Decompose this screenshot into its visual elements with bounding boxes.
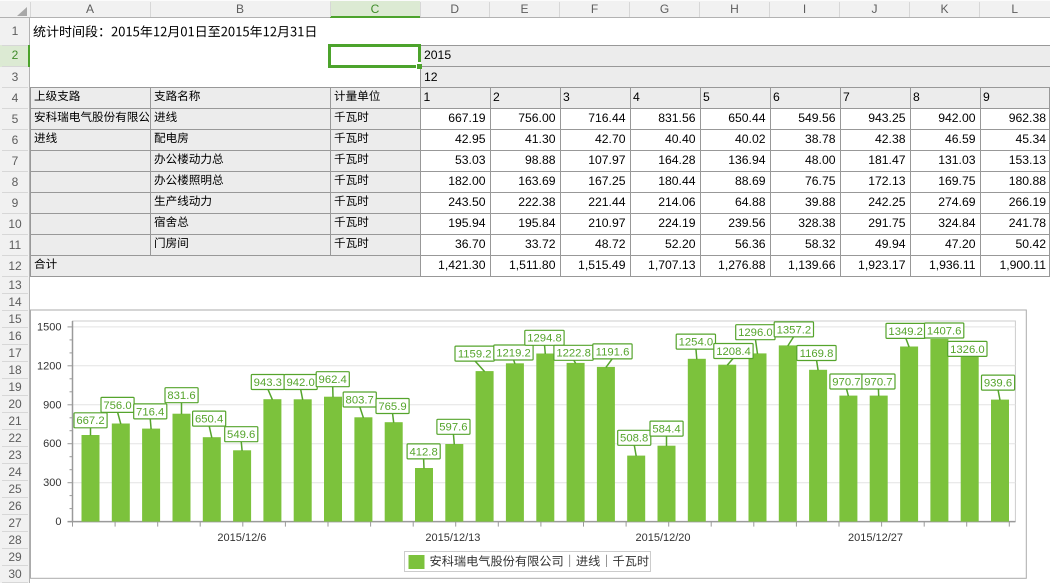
svg-text:831.6: 831.6 <box>167 390 195 402</box>
svg-text:716.4: 716.4 <box>136 406 164 418</box>
svg-text:584.4: 584.4 <box>652 424 680 436</box>
svg-text:1500: 1500 <box>37 321 61 333</box>
svg-text:756.0: 756.0 <box>103 400 131 412</box>
svg-text:667.2: 667.2 <box>76 415 104 427</box>
svg-text:600: 600 <box>43 438 61 450</box>
svg-text:2015/12/27: 2015/12/27 <box>848 532 903 544</box>
svg-text:650.4: 650.4 <box>195 414 223 426</box>
svg-text:0: 0 <box>55 516 61 528</box>
svg-text:900: 900 <box>43 399 61 411</box>
svg-text:1296.0: 1296.0 <box>738 327 773 339</box>
svg-text:1254.0: 1254.0 <box>679 337 714 349</box>
svg-text:1294.8: 1294.8 <box>527 333 562 345</box>
svg-text:2015/12/6: 2015/12/6 <box>217 532 266 544</box>
svg-text:803.7: 803.7 <box>346 394 374 406</box>
svg-text:1169.8: 1169.8 <box>800 348 834 360</box>
svg-text:1200: 1200 <box>37 360 61 372</box>
svg-text:300: 300 <box>43 477 61 489</box>
svg-text:549.6: 549.6 <box>227 429 255 441</box>
svg-text:1219.2: 1219.2 <box>496 347 531 359</box>
svg-text:1326.0: 1326.0 <box>950 344 985 356</box>
svg-text:1357.2: 1357.2 <box>777 324 812 336</box>
svg-text:1208.4: 1208.4 <box>716 346 751 358</box>
svg-text:765.9: 765.9 <box>378 401 406 413</box>
svg-text:942.0: 942.0 <box>286 377 314 389</box>
svg-text:1222.8: 1222.8 <box>556 348 591 360</box>
svg-text:1349.2: 1349.2 <box>888 326 923 338</box>
svg-text:1191.6: 1191.6 <box>596 346 630 358</box>
svg-text:412.8: 412.8 <box>409 446 437 458</box>
svg-text:508.8: 508.8 <box>620 433 648 445</box>
svg-text:943.3: 943.3 <box>254 377 282 389</box>
svg-text:970.7: 970.7 <box>864 376 892 388</box>
svg-text:939.6: 939.6 <box>984 378 1012 390</box>
svg-text:2015/12/20: 2015/12/20 <box>635 532 690 544</box>
svg-text:970.7: 970.7 <box>832 376 860 388</box>
svg-text:1159.2: 1159.2 <box>458 349 492 361</box>
svg-text:2015/12/13: 2015/12/13 <box>425 532 480 544</box>
svg-text:1407.6: 1407.6 <box>927 325 962 337</box>
svg-text:962.4: 962.4 <box>319 374 347 386</box>
svg-text:597.6: 597.6 <box>439 422 467 434</box>
